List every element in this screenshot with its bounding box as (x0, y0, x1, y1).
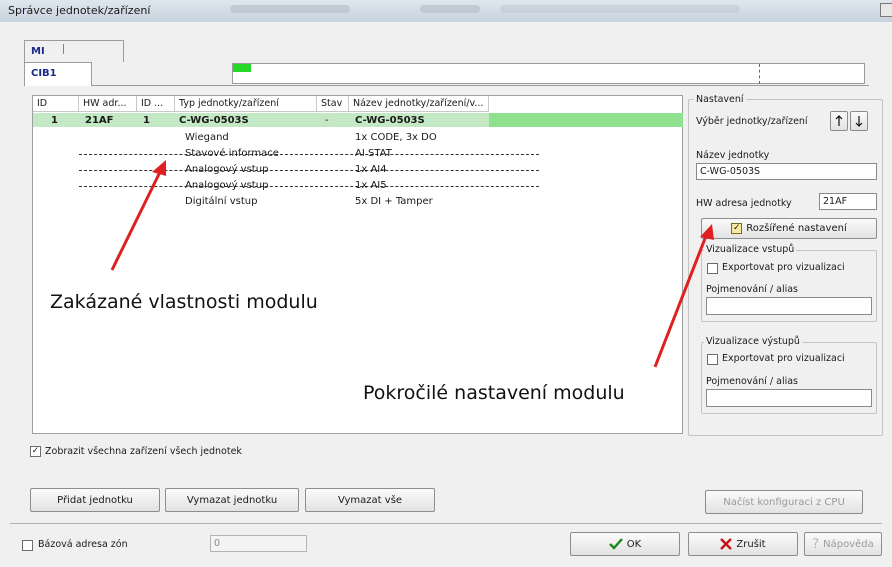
arrow-head-icon (152, 160, 166, 176)
annotation-advanced-settings: Pokročilé nastavení modulu (363, 382, 625, 404)
arrow-head-icon (700, 224, 714, 240)
annotation-disabled-properties: Zakázané vlastnosti modulu (50, 291, 318, 313)
annotation-arrow (110, 171, 162, 271)
annotation-arrow (653, 235, 708, 368)
annotation-arrows (110, 160, 714, 368)
